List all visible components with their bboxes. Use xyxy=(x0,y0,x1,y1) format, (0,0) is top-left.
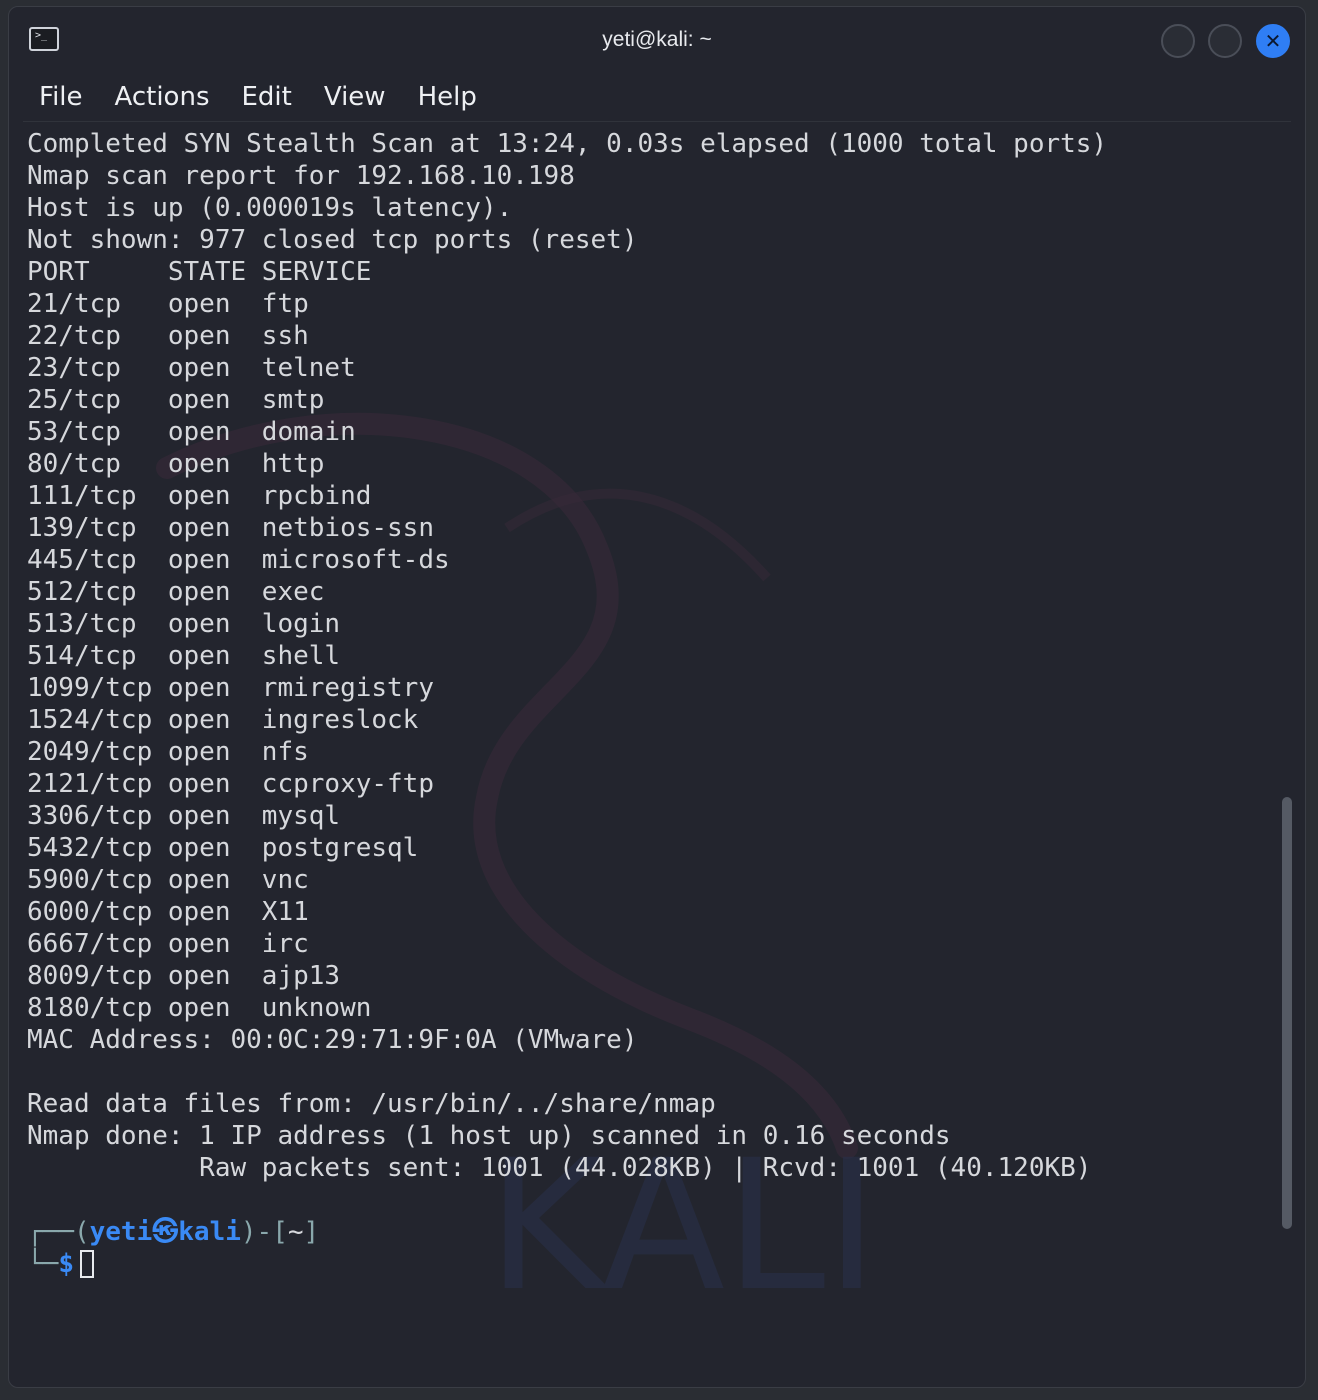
output-line: 6667/tcp open irc xyxy=(27,929,309,959)
prompt-symbol: $ xyxy=(58,1249,74,1279)
window-title: yeti@kali: ~ xyxy=(602,28,712,51)
output-line: Completed SYN Stealth Scan at 13:24, 0.0… xyxy=(27,129,1108,159)
output-line: 6000/tcp open X11 xyxy=(27,897,309,927)
output-line: 21/tcp open ftp xyxy=(27,289,309,319)
menu-bar: File Actions Edit View Help xyxy=(9,75,479,119)
scrollbar-thumb[interactable] xyxy=(1282,797,1292,1229)
title-bar[interactable]: >_ yeti@kali: ~ ✕ xyxy=(9,7,1305,71)
output-line: 445/tcp open microsoft-ds xyxy=(27,545,450,575)
output-line: 5900/tcp open vnc xyxy=(27,865,309,895)
output-line: 5432/tcp open postgresql xyxy=(27,833,419,863)
prompt-user: yeti xyxy=(89,1217,153,1247)
output-line: 23/tcp open telnet xyxy=(27,353,356,383)
menu-edit[interactable]: Edit xyxy=(240,79,294,115)
menu-divider xyxy=(23,121,1291,122)
output-line: 22/tcp open ssh xyxy=(27,321,309,351)
prompt-frame: ┌──( xyxy=(27,1217,90,1247)
output-line: Not shown: 977 closed tcp ports (reset) xyxy=(27,225,638,255)
output-line: 1099/tcp open rmiregistry xyxy=(27,673,434,703)
output-line: 514/tcp open shell xyxy=(27,641,341,671)
close-icon: ✕ xyxy=(1264,29,1282,53)
output-line: 513/tcp open login xyxy=(27,609,341,639)
output-line: 2049/tcp open nfs xyxy=(27,737,309,767)
output-line: Host is up (0.000019s latency). xyxy=(27,193,513,223)
output-line: 8009/tcp open ajp13 xyxy=(27,961,341,991)
output-line: Nmap scan report for 192.168.10.198 xyxy=(27,161,575,191)
prompt-at-symbol: ㉿ xyxy=(152,1217,179,1247)
terminal-output-area[interactable]: KALI Completed SYN Stealth Scan at 13:24… xyxy=(27,128,1277,1368)
minimize-button[interactable] xyxy=(1161,24,1195,58)
prompt-cwd: ~ xyxy=(287,1217,304,1247)
output-lines: Completed SYN Stealth Scan at 13:24, 0.0… xyxy=(27,128,1277,1216)
prompt-input-line[interactable]: └─$ xyxy=(27,1248,1277,1280)
output-line: PORT STATE SERVICE xyxy=(27,257,372,287)
output-line: 2121/tcp open ccproxy-ftp xyxy=(27,769,434,799)
prompt-top-line: ┌──(yeti㉿kali)-[~] xyxy=(27,1216,1277,1248)
output-line: 3306/tcp open mysql xyxy=(27,801,341,831)
output-line: 1524/tcp open ingreslock xyxy=(27,705,419,735)
prompt-host: kali xyxy=(178,1217,241,1247)
output-line: Raw packets sent: 1001 (44.028KB) | Rcvd… xyxy=(27,1153,1092,1183)
menu-actions[interactable]: Actions xyxy=(113,79,212,115)
output-line: Read data files from: /usr/bin/../share/… xyxy=(27,1089,716,1119)
close-button[interactable]: ✕ xyxy=(1256,24,1290,58)
output-line: 53/tcp open domain xyxy=(27,417,356,447)
menu-file[interactable]: File xyxy=(37,79,85,115)
output-line: 8180/tcp open unknown xyxy=(27,993,372,1023)
menu-view[interactable]: View xyxy=(322,79,388,115)
output-line: 111/tcp open rpcbind xyxy=(27,481,372,511)
prompt-frame: └─ xyxy=(27,1249,59,1279)
output-line: Nmap done: 1 IP address (1 host up) scan… xyxy=(27,1121,951,1151)
prompt-frame: ] xyxy=(303,1217,320,1247)
menu-help[interactable]: Help xyxy=(416,79,479,115)
text-cursor[interactable] xyxy=(79,1250,94,1278)
output-line: 80/tcp open http xyxy=(27,449,325,479)
prompt-frame: )-[ xyxy=(240,1217,288,1247)
output-line: 512/tcp open exec xyxy=(27,577,325,607)
terminal-window: >_ yeti@kali: ~ ✕ File Actions Edit View… xyxy=(8,6,1306,1388)
maximize-button[interactable] xyxy=(1208,24,1242,58)
output-line: 139/tcp open netbios-ssn xyxy=(27,513,434,543)
output-line: MAC Address: 00:0C:29:71:9F:0A (VMware) xyxy=(27,1025,638,1055)
output-line: 25/tcp open smtp xyxy=(27,385,325,415)
